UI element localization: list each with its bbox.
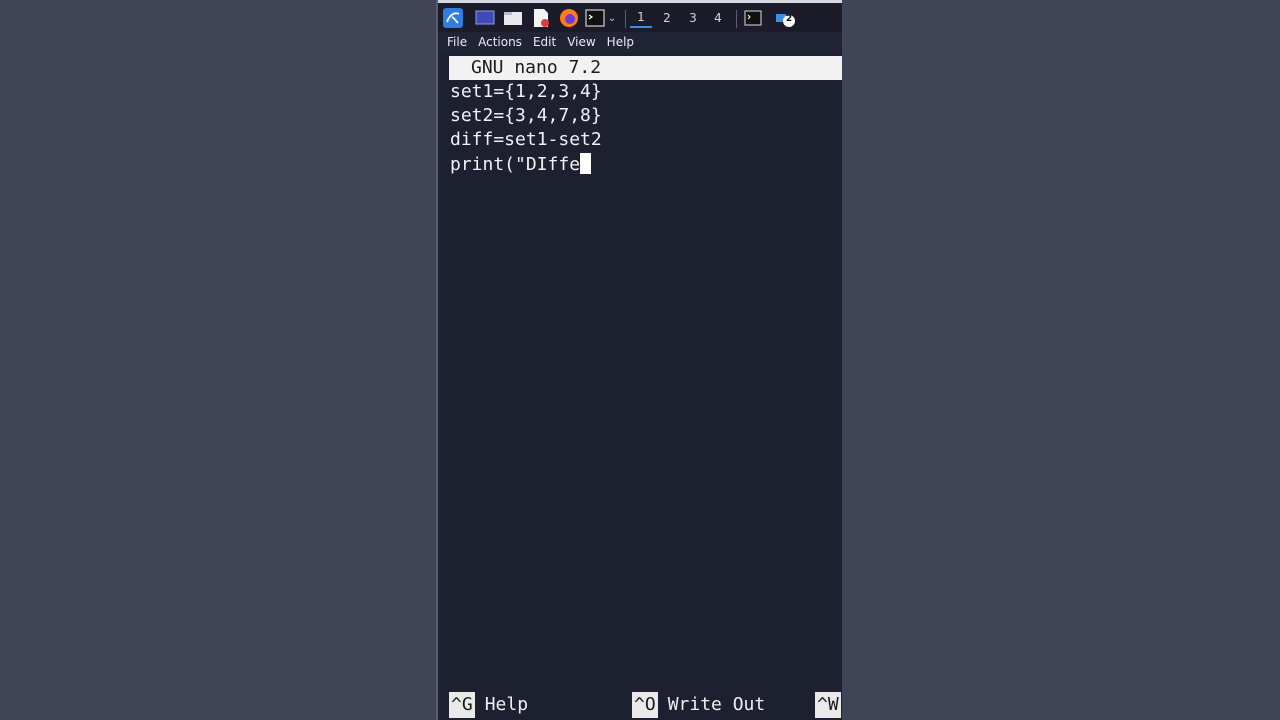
desktop-icon[interactable]: [474, 8, 496, 28]
text-editor-icon[interactable]: [530, 8, 552, 28]
terminal-window-icon[interactable]: [742, 8, 764, 28]
workspace-3[interactable]: 3: [682, 8, 704, 28]
menu-actions[interactable]: Actions: [478, 35, 522, 49]
code-line-4: print("DIffe: [450, 153, 592, 177]
code-line-1: set1={1,2,3,4}: [450, 81, 602, 102]
taskbar-separator: [625, 10, 626, 28]
shortcut-label: Write Out: [667, 694, 766, 715]
workspace-2[interactable]: 2: [656, 8, 678, 28]
terminal-dropdown-icon[interactable]: ⌄: [606, 8, 618, 28]
file-manager-icon[interactable]: [502, 8, 524, 28]
shortcut-key: ^W: [815, 692, 841, 718]
screen: ⌄ 1 2 3 4 2 File Actions Edit View Help …: [438, 0, 842, 720]
shortcut-help[interactable]: ^G Help: [449, 692, 528, 718]
code-line-3: diff=set1-set2: [450, 129, 602, 150]
menu-edit[interactable]: Edit: [533, 35, 556, 49]
menu-file[interactable]: File: [447, 35, 467, 49]
terminal-icon[interactable]: [584, 8, 606, 28]
firefox-icon[interactable]: [558, 8, 580, 28]
terminal-area[interactable]: GNU nano 7.2 set1={1,2,3,4} set2={3,4,7,…: [446, 53, 842, 720]
shortcut-where-is[interactable]: ^W: [815, 692, 841, 718]
workspace-4[interactable]: 4: [707, 8, 729, 28]
nano-title-bar: GNU nano 7.2: [449, 56, 842, 80]
notification-count: 2: [785, 14, 793, 24]
taskbar-separator: [736, 10, 737, 28]
shortcut-key: ^G: [449, 692, 475, 718]
shortcut-write-out[interactable]: ^O Write Out: [632, 692, 765, 718]
workspace-1[interactable]: 1: [630, 8, 652, 28]
code-line-2: set2={3,4,7,8}: [450, 105, 602, 126]
kali-menu-icon[interactable]: [442, 8, 464, 28]
menu-help[interactable]: Help: [607, 35, 634, 49]
menu-view[interactable]: View: [567, 35, 595, 49]
shortcut-key: ^O: [632, 692, 658, 718]
taskbar: ⌄ 1 2 3 4 2: [438, 0, 842, 32]
notification-icon[interactable]: 2: [772, 8, 798, 28]
shortcut-label: Help: [484, 694, 529, 715]
code-line-4-text: print("DIffe: [450, 154, 581, 175]
text-cursor: [580, 153, 592, 174]
terminal-menubar: File Actions Edit View Help: [438, 32, 842, 52]
